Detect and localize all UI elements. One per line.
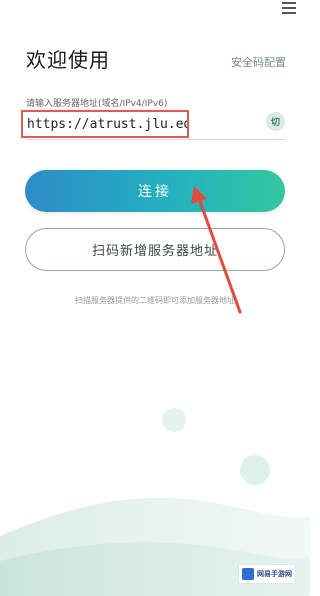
watermark-logo-icon [242,568,254,580]
watermark-logo: 网易手游网 [238,564,296,584]
watermark-text: 网易手游网 [257,570,292,578]
